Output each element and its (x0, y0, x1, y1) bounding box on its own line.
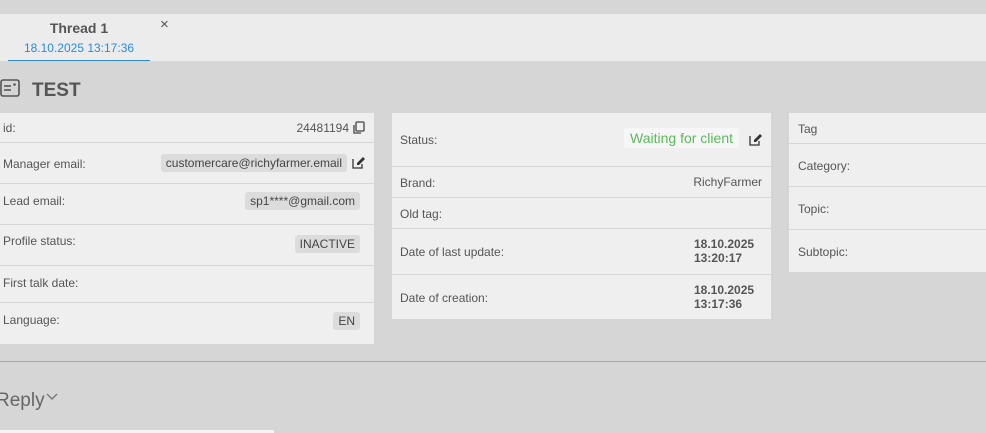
id-row: id: 24481194 (0, 113, 374, 143)
id-label: id: (3, 121, 16, 135)
manager-email-label: Manager email: (3, 157, 86, 171)
lead-email-value: sp1****@gmail.com (245, 192, 360, 210)
tab-thread-1[interactable]: Thread 1 18.10.2025 13:17:36 (8, 14, 150, 61)
ticket-title: TEST (32, 80, 81, 101)
language-value: EN (333, 312, 360, 330)
manager-email-row: Manager email: customercare@richyfarmer.… (0, 143, 374, 184)
profile-status-row: Profile status: INACTIVE (0, 225, 374, 266)
tab-bar: Thread 1 18.10.2025 13:17:36 × (0, 14, 986, 61)
topic-label: Topic: (798, 202, 830, 216)
first-talk-label: First talk date: (3, 276, 79, 290)
status-label: Status: (400, 133, 438, 147)
old-tag-row: Old tag: (392, 198, 771, 229)
category-label: Category: (798, 159, 851, 173)
last-update-label: Date of last update: (400, 245, 505, 259)
subtopic-row: Subtopic: (789, 230, 986, 272)
edit-icon[interactable] (352, 156, 365, 169)
status-row: Status: Waiting for client (392, 113, 771, 167)
brand-row: Brand: RichyFarmer (392, 167, 771, 198)
creation-date: 18.10.2025 (694, 283, 755, 297)
subtopic-label: Subtopic: (798, 245, 849, 259)
lead-email-label: Lead email: (3, 194, 66, 208)
tab-date: 18.10.2025 13:17:36 (23, 41, 135, 55)
chevron-down-icon[interactable] (45, 389, 59, 403)
language-row: Language: EN (0, 303, 374, 344)
topic-row: Topic: (789, 187, 986, 230)
brand-value: RichyFarmer (693, 175, 762, 189)
creation-time: 13:17:36 (694, 297, 743, 311)
creation-label: Date of creation: (400, 291, 489, 305)
category-row: Category: (789, 144, 986, 187)
language-label: Language: (3, 313, 60, 327)
last-update-date: 18.10.2025 (694, 237, 755, 251)
tag-row: Tag (789, 113, 986, 144)
copy-icon[interactable] (352, 121, 365, 134)
profile-status-value: INACTIVE (294, 235, 360, 253)
first-talk-row: First talk date: (0, 266, 374, 303)
brand-label: Brand: (400, 176, 436, 190)
edit-status-icon[interactable] (749, 133, 762, 146)
reply-toggle[interactable]: Reply (0, 390, 45, 412)
tab-title: Thread 1 (49, 20, 109, 36)
id-value: 24481194 (296, 121, 350, 135)
manager-email-value: customercare@richyfarmer.email (160, 154, 347, 172)
close-tab-button[interactable]: × (160, 16, 169, 33)
last-update-time: 13:20:17 (694, 251, 743, 265)
client-info-panel: id: 24481194 Manager email: customercare… (0, 113, 374, 344)
creation-row: Date of creation: 18.10.2025 13:17:36 (392, 275, 771, 319)
status-value[interactable]: Waiting for client (624, 128, 739, 148)
lead-email-row: Lead email: sp1****@gmail.com (0, 184, 374, 225)
status-panel: Status: Waiting for client Brand: RichyF… (392, 113, 771, 319)
tag-panel: Tag Category: Topic: Subtopic: (789, 113, 986, 272)
profile-status-label: Profile status: (3, 234, 76, 248)
old-tag-label: Old tag: (400, 207, 443, 221)
tag-label: Tag (798, 122, 818, 136)
section-divider (0, 361, 986, 362)
last-update-row: Date of last update: 18.10.2025 13:20:17 (392, 229, 771, 275)
ticket-icon (0, 79, 20, 97)
